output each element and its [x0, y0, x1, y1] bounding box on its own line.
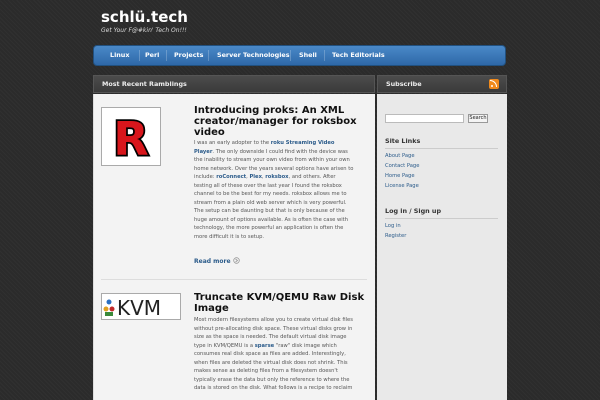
excerpt-line: size as the space is needed. The default…	[194, 334, 347, 340]
post-title-line: Image	[194, 303, 229, 314]
nav-item-linux[interactable]: Linux	[110, 46, 129, 65]
nav-item-server-technologies[interactable]: Server Technologies	[217, 46, 290, 65]
excerpt-line: testing all of these over the last year …	[194, 182, 342, 189]
inline-link[interactable]: sparse	[255, 343, 274, 349]
inline-link[interactable]: roConnect	[216, 174, 246, 180]
main-section-header: Most Recent Ramblings	[93, 75, 375, 93]
post-thumbnail-kvm[interactable]: KVM	[101, 293, 181, 320]
nav-separator	[166, 50, 167, 61]
login-title: Log in / Sign up	[385, 207, 442, 215]
post-excerpt: Most modern filesystems allow you to cre…	[194, 316, 370, 393]
excerpt-line: I was an early adopter to the roku Strea…	[194, 140, 335, 146]
excerpt-line: data is stored on the disk. What follows…	[194, 385, 353, 391]
post-title-line: Truncate KVM/QEMU Raw Disk	[194, 292, 365, 303]
read-more-label: Read more	[194, 258, 231, 265]
post-title-line: creator/manager for roksbox	[194, 116, 357, 127]
sidebar-header: Subscribe	[377, 75, 507, 93]
inline-link[interactable]: Player	[194, 149, 212, 155]
site-tagline: Get Your F@#kin' Tech On!!!	[101, 27, 187, 34]
main-section-title: Most Recent Ramblings	[102, 80, 187, 88]
sidebar-link-about[interactable]: About Page	[385, 153, 415, 159]
sidebar-link-register[interactable]: Register	[385, 233, 406, 239]
post-title-line: Introducing proks: An XML	[194, 105, 345, 116]
post-title[interactable]: Introducing proks: An XML creator/manage…	[194, 105, 357, 138]
nav-item-projects[interactable]: Projects	[174, 46, 203, 65]
excerpt-line: typically erase the data but only the re…	[194, 376, 350, 383]
kvm-logo: KVM	[103, 296, 161, 320]
post-thumbnail-roksbox[interactable]: R	[101, 107, 161, 168]
excerpt-line: consumes real disk space as files are ad…	[194, 351, 346, 357]
nav-separator	[208, 50, 209, 61]
post-title-line: video	[194, 127, 225, 138]
excerpt-line: type in KVM/QEMU is a sparse "raw" disk …	[194, 342, 337, 349]
search-button[interactable]: Search	[468, 114, 488, 123]
inline-link[interactable]: Plex	[249, 174, 261, 180]
excerpt-line: include: roConnect, Plex, roksbox, and o…	[194, 174, 336, 180]
nav-separator	[290, 50, 291, 61]
rss-icon[interactable]	[489, 79, 499, 89]
site-title[interactable]: schlü.tech	[101, 8, 188, 26]
kvm-logo-text: KVM	[117, 296, 161, 319]
read-more-link[interactable]: Read more	[194, 257, 240, 265]
excerpt-line: stream from a plain old web server which…	[194, 199, 347, 206]
subscribe-label: Subscribe	[386, 80, 422, 88]
post-divider	[101, 279, 367, 280]
sidebar-divider	[385, 148, 498, 149]
search-input[interactable]	[385, 114, 464, 123]
excerpt-line: home network. Over the years several opt…	[194, 165, 354, 172]
sidebar-link-contact[interactable]: Contact Page	[385, 163, 419, 169]
excerpt-line: huge amount of options available. As is …	[194, 216, 348, 223]
excerpt-line: Most modern filesystems allow you to cre…	[194, 317, 353, 323]
nav-item-perl[interactable]: Perl	[145, 46, 159, 65]
excerpt-line: when files are deleted the virtual disk …	[194, 359, 348, 366]
excerpt-line: technology, the more powerful an applica…	[194, 225, 344, 231]
inline-link[interactable]: roku Streaming Video	[271, 140, 335, 146]
main-nav: Linux Perl Projects Server Technologies …	[93, 45, 506, 66]
sidebar-link-home[interactable]: Home Page	[385, 173, 415, 179]
circle-arrow-icon	[232, 257, 240, 264]
excerpt-line: more difficult it is to setup.	[194, 233, 265, 240]
post-title[interactable]: Truncate KVM/QEMU Raw Disk Image	[194, 292, 364, 314]
nav-separator	[324, 50, 325, 61]
excerpt-line: the inability to stream your own video f…	[194, 157, 350, 163]
excerpt-line: channel to be the best for my needs. rok…	[194, 191, 347, 197]
roksbox-logo: R	[112, 110, 151, 168]
sidebar-link-license[interactable]: License Page	[385, 183, 419, 189]
post-excerpt: I was an early adopter to the roku Strea…	[194, 139, 370, 241]
excerpt-line: without pre-allocating disk space. These…	[194, 325, 353, 332]
inline-link[interactable]: roksbox	[265, 174, 288, 180]
excerpt-line: The setup can be daunting but that is on…	[194, 208, 345, 214]
nav-item-shell[interactable]: Shell	[299, 46, 317, 65]
nav-separator	[139, 50, 140, 61]
nav-item-tech-editorials[interactable]: Tech Editorials	[332, 46, 385, 65]
sidebar-link-login[interactable]: Log in	[385, 223, 401, 229]
roksbox-logo-letter: R	[113, 112, 148, 165]
excerpt-line: makes sense as deleting files from a fil…	[194, 368, 338, 374]
site-links-title: Site Links	[385, 137, 421, 145]
excerpt-line: Player. The only downside I could find w…	[194, 148, 348, 155]
sidebar-divider	[385, 218, 498, 219]
